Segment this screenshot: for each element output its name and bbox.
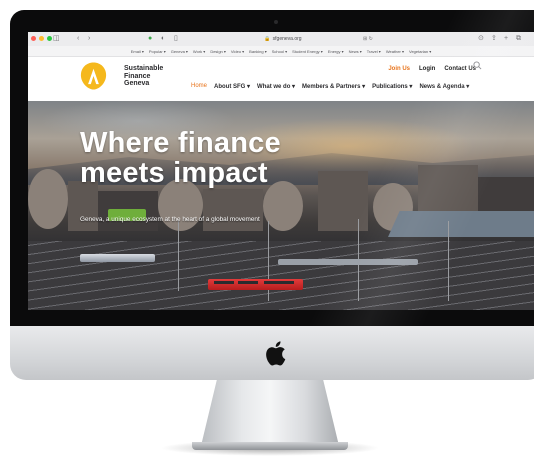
- hero-building: [203, 189, 263, 231]
- shield-icon[interactable]: ▯: [174, 34, 178, 44]
- site-header: Sustainable Finance Geneva Join Us Login…: [28, 57, 534, 101]
- hero-banner: Where finance meets impact Geneva, a uni…: [28, 101, 534, 310]
- bookmark-vegetarian[interactable]: Vegetarian ▾: [409, 49, 431, 54]
- screen: ◫ ‹ › ● ◐ ▯ 🔒 sfgeneva.org ⊞ ↻ ⊙ ⇪ + ⧉ E…: [28, 32, 534, 310]
- translate-icon[interactable]: ⊞ ↻: [363, 34, 373, 44]
- main-nav: Home About SFG ▾ What we do ▾ Members & …: [191, 83, 469, 90]
- nav-what-we-do[interactable]: What we do ▾: [257, 83, 295, 90]
- bookmark-email[interactable]: Email ▾: [131, 49, 144, 54]
- bookmark-work[interactable]: Work ▾: [193, 49, 205, 54]
- utility-nav: Join Us Login Contact Us: [388, 66, 476, 72]
- nav-members-partners[interactable]: Members & Partners ▾: [302, 83, 365, 90]
- share-icon[interactable]: ⇪: [491, 34, 497, 44]
- headline-line-1: Where finance: [80, 127, 281, 159]
- window-controls: [31, 36, 52, 41]
- login-link[interactable]: Login: [419, 66, 435, 72]
- bookmark-energy[interactable]: Energy ▾: [328, 49, 344, 54]
- bookmark-travel[interactable]: Travel ▾: [367, 49, 381, 54]
- imac-stand: [200, 380, 340, 450]
- nav-publications[interactable]: Publications ▾: [372, 83, 412, 90]
- bookmark-banking[interactable]: Banking ▾: [249, 49, 267, 54]
- nav-home[interactable]: Home: [191, 83, 207, 90]
- bookmark-weather[interactable]: Weather ▾: [386, 49, 404, 54]
- address-bar[interactable]: 🔒 sfgeneva.org: [228, 35, 338, 43]
- catenary-mast: [178, 221, 179, 291]
- apple-logo-icon: [266, 341, 286, 366]
- bookmark-school[interactable]: School ▾: [272, 49, 287, 54]
- close-window-button[interactable]: [31, 36, 36, 41]
- hero-building: [263, 181, 303, 231]
- extension-icon[interactable]: ●: [148, 34, 152, 44]
- station-canopy: [388, 211, 534, 237]
- zoom-window-button[interactable]: [47, 36, 52, 41]
- privacy-icon[interactable]: ◐: [161, 34, 165, 44]
- bookmarks-bar: Email ▾ Popular ▾ Geneva ▾ Work ▾ Design…: [28, 46, 534, 57]
- search-icon[interactable]: [473, 61, 482, 70]
- sidebar-icon[interactable]: ◫: [53, 34, 60, 44]
- tab-overview-icon[interactable]: ⧉: [516, 34, 521, 44]
- rail-tracks: [28, 241, 534, 310]
- logo-line-2: Finance: [124, 72, 151, 80]
- download-icon[interactable]: ⊙: [478, 34, 484, 44]
- train-window: [238, 281, 258, 284]
- catenary-mast: [448, 221, 449, 301]
- headline-line-2: meets impact: [80, 157, 268, 189]
- hero-headline: Where finance meets impact: [80, 128, 380, 188]
- sfg-logo-icon[interactable]: [80, 61, 107, 91]
- logo-line-1: Sustainable: [124, 65, 164, 72]
- forward-icon[interactable]: ›: [88, 34, 90, 44]
- bookmark-video[interactable]: Video ▾: [231, 49, 244, 54]
- bookmark-design[interactable]: Design ▾: [210, 49, 226, 54]
- imac-stand-foot: [192, 442, 348, 450]
- join-us-link[interactable]: Join Us: [388, 66, 410, 72]
- nav-about-sfg[interactable]: About SFG ▾: [214, 83, 250, 90]
- bookmark-student-energy[interactable]: Student Energy ▾: [292, 49, 323, 54]
- contact-us-link[interactable]: Contact Us: [444, 66, 476, 72]
- site-logo-text[interactable]: Sustainable Finance Geneva: [124, 65, 163, 88]
- minimize-window-button[interactable]: [39, 36, 44, 41]
- train-window: [214, 281, 234, 284]
- hero-subtitle: Geneva, a unique ecosystem at the heart …: [80, 216, 260, 223]
- camera-dot: [274, 20, 278, 24]
- bookmark-news[interactable]: News ▾: [349, 49, 362, 54]
- hero-building: [28, 169, 68, 229]
- back-icon[interactable]: ‹: [77, 34, 79, 44]
- logo-line-3: Geneva: [124, 80, 150, 87]
- red-train: [208, 279, 303, 290]
- browser-toolbar: ◫ ‹ › ● ◐ ▯ 🔒 sfgeneva.org ⊞ ↻ ⊙ ⇪ + ⧉: [28, 32, 534, 47]
- train-window: [264, 281, 294, 284]
- blue-train: [80, 254, 155, 262]
- grey-train: [278, 259, 418, 265]
- lock-icon: 🔒: [264, 36, 271, 42]
- bookmark-geneva[interactable]: Geneva ▾: [171, 49, 188, 54]
- url-text: sfgeneva.org: [272, 36, 302, 42]
- new-tab-icon[interactable]: +: [504, 34, 508, 44]
- bookmark-popular[interactable]: Popular ▾: [149, 49, 166, 54]
- nav-news-agenda[interactable]: News & Agenda ▾: [419, 83, 469, 90]
